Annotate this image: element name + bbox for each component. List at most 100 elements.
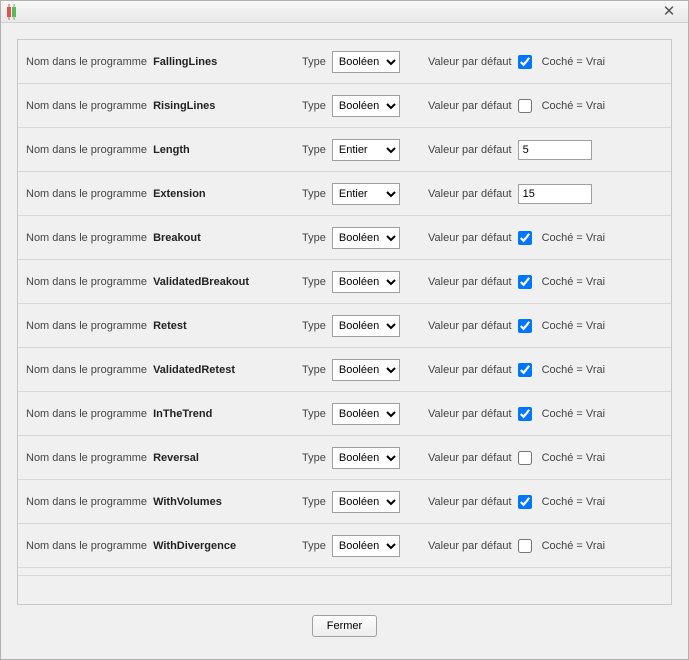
col-type: Type BooléenEntier: [302, 227, 422, 249]
checkbox-label: Coché = Vrai: [542, 540, 606, 552]
label-name-in-program: Nom dans le programme: [26, 144, 147, 156]
default-checkbox[interactable]: [518, 407, 532, 421]
default-checkbox[interactable]: [518, 319, 532, 333]
default-checkbox[interactable]: [518, 495, 532, 509]
value-name: InTheTrend: [153, 408, 295, 420]
parameter-row: Nom dans le programme Extension Type Boolée…: [18, 172, 671, 216]
value-name: ValidatedBreakout: [153, 276, 295, 288]
titlebar: ✕: [1, 1, 688, 23]
label-type: Type: [302, 56, 326, 68]
parameter-row: Nom dans le programme Length Type BooléenEn…: [18, 128, 671, 172]
type-select[interactable]: BooléenEntier: [332, 51, 400, 73]
label-default-value: Valeur par défaut: [428, 188, 512, 200]
parameter-row: Nom dans le programmeWithDivergenceTypeB…: [18, 524, 671, 568]
label-type: Type: [302, 100, 326, 112]
default-checkbox[interactable]: [518, 363, 532, 377]
col-type: TypeBooléenEntier: [302, 447, 422, 469]
col-name: Nom dans le programmeInTheTrend: [26, 408, 296, 420]
value-name: Reversal: [153, 452, 295, 464]
label-name-in-program: Nom dans le programme: [26, 364, 147, 376]
checkbox-label: Coché = Vrai: [542, 276, 606, 288]
label-type: Type: [302, 276, 326, 288]
default-checkbox[interactable]: [518, 275, 532, 289]
default-checkbox[interactable]: [518, 539, 532, 553]
label-type: Type: [302, 232, 326, 244]
value-name: RisingLines: [153, 100, 295, 112]
value-name: ValidatedRetest: [153, 364, 295, 376]
label-default-value: Valeur par défaut: [428, 320, 512, 332]
type-select[interactable]: BooléenEntier: [332, 139, 400, 161]
label-default-value: Valeur par défaut: [428, 232, 512, 244]
label-default-value: Valeur par défaut: [428, 144, 512, 156]
default-input[interactable]: [518, 184, 592, 204]
content-area: Nom dans le programmeFallingLines Type Boo…: [1, 23, 688, 659]
default-checkbox[interactable]: [518, 451, 532, 465]
label-type: Type: [302, 408, 326, 420]
col-default: Valeur par défaut: [428, 184, 663, 204]
label-type: Type: [302, 320, 326, 332]
type-select[interactable]: BooléenEntier: [332, 535, 400, 557]
label-name-in-program: Nom dans le programme: [26, 320, 147, 332]
checkbox-label: Coché = Vrai: [542, 320, 606, 332]
col-default: Valeur par défautCoché = Vrai: [428, 407, 663, 421]
label-name-in-program: Nom dans le programme: [26, 232, 147, 244]
label-name-in-program: Nom dans le programme: [26, 276, 147, 288]
col-name: Nom dans le programmeRetest: [26, 320, 296, 332]
col-name: Nom dans le programme Breakout: [26, 232, 296, 244]
default-input[interactable]: [518, 140, 592, 160]
label-default-value: Valeur par défaut: [428, 100, 512, 112]
type-select[interactable]: BooléenEntier: [332, 447, 400, 469]
label-type: Type: [302, 496, 326, 508]
label-name-in-program: Nom dans le programme: [26, 496, 147, 508]
col-type: Type BooléenEntier: [302, 491, 422, 513]
label-name-in-program: Nom dans le programme: [26, 540, 147, 552]
type-select[interactable]: BooléenEntier: [332, 271, 400, 293]
close-button[interactable]: Fermer: [312, 615, 377, 637]
col-type: Type BooléenEntier: [302, 51, 422, 73]
value-name: Breakout: [153, 232, 295, 244]
parameter-row: Nom dans le programmeFallingLines Type Boo…: [18, 40, 671, 84]
type-select[interactable]: BooléenEntier: [332, 227, 400, 249]
col-type: Type BooléenEntier: [302, 271, 422, 293]
parameter-row: Nom dans le programme Breakout Type Booléen…: [18, 216, 671, 260]
checkbox-label: Coché = Vrai: [542, 232, 606, 244]
col-type: Type BooléenEntier: [302, 183, 422, 205]
col-type: Type BooléenEntier: [302, 359, 422, 381]
checkbox-label: Coché = Vrai: [542, 364, 606, 376]
type-select[interactable]: BooléenEntier: [332, 183, 400, 205]
value-name: Extension: [153, 188, 295, 200]
checkbox-label: Coché = Vrai: [542, 56, 606, 68]
value-name: WithVolumes: [153, 496, 295, 508]
parameter-row: Nom dans le programme WithVolumes Type Bool…: [18, 480, 671, 524]
col-name: Nom dans le programmeFallingLines: [26, 56, 296, 68]
parameter-row: Nom dans le programmeReversalTypeBooléen…: [18, 436, 671, 480]
window-close-button[interactable]: ✕: [654, 3, 684, 21]
parameters-list: Nom dans le programmeFallingLines Type Boo…: [18, 40, 671, 604]
col-type: Type BooléenEntier: [302, 95, 422, 117]
col-default: Valeur par défaut Coché = Vrai: [428, 363, 663, 377]
type-select[interactable]: BooléenEntier: [332, 359, 400, 381]
label-default-value: Valeur par défaut: [428, 364, 512, 376]
value-name: Length: [153, 144, 295, 156]
parameter-row: Nom dans le programmeRetest Type BooléenEn…: [18, 304, 671, 348]
list-end-divider: [18, 568, 671, 576]
type-select[interactable]: BooléenEntier: [332, 95, 400, 117]
label-type: Type: [302, 364, 326, 376]
default-checkbox[interactable]: [518, 55, 532, 69]
label-type: Type: [302, 144, 326, 156]
col-default: Valeur par défautCoché = Vrai: [428, 451, 663, 465]
parameter-row: Nom dans le programme ValidatedBreakout Ty…: [18, 260, 671, 304]
label-default-value: Valeur par défaut: [428, 496, 512, 508]
label-name-in-program: Nom dans le programme: [26, 188, 147, 200]
type-select[interactable]: BooléenEntier: [332, 491, 400, 513]
col-name: Nom dans le programmeRisingLines: [26, 100, 296, 112]
type-select[interactable]: BooléenEntier: [332, 403, 400, 425]
label-default-value: Valeur par défaut: [428, 540, 512, 552]
label-type: Type: [302, 188, 326, 200]
col-type: Type BooléenEntier: [302, 139, 422, 161]
default-checkbox[interactable]: [518, 99, 532, 113]
close-icon: ✕: [663, 4, 676, 19]
label-default-value: Valeur par défaut: [428, 276, 512, 288]
type-select[interactable]: BooléenEntier: [332, 315, 400, 337]
default-checkbox[interactable]: [518, 231, 532, 245]
